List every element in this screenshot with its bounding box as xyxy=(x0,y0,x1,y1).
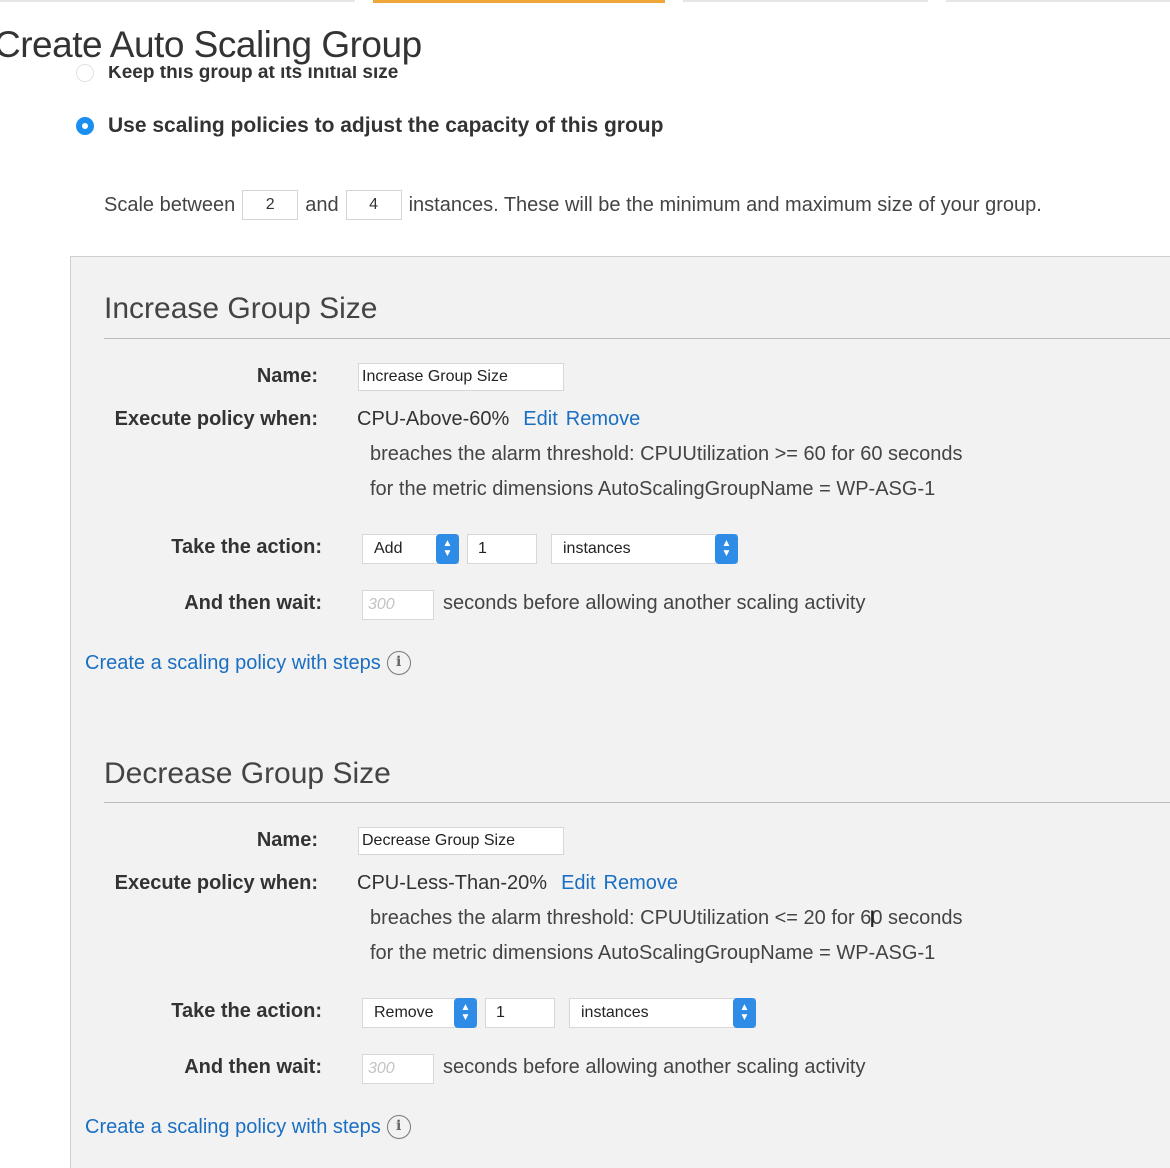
up-down-arrows-icon: ▲ ▼ xyxy=(733,998,756,1028)
increase-name-input[interactable]: Increase Group Size xyxy=(358,363,564,391)
page-title: Create Auto Scaling Group xyxy=(0,24,422,65)
keep-size-option[interactable]: Keep this group at its initial size xyxy=(76,62,398,84)
decrease-remove-link[interactable]: Remove xyxy=(604,872,678,894)
increase-dimensions-text: for the metric dimensions AutoScalingGro… xyxy=(370,478,936,500)
decrease-amount-input[interactable]: 1 xyxy=(485,998,555,1028)
decrease-steps-link[interactable]: Create a scaling policy with steps i xyxy=(85,1115,411,1139)
wizard-step-tab[interactable] xyxy=(946,0,1170,2)
increase-alarm-name: CPU-Above-60% xyxy=(357,408,510,430)
increase-action-select[interactable]: Add ▲ ▼ xyxy=(362,534,459,564)
increase-name-label: Name: xyxy=(256,365,318,387)
scaling-policies-panel xyxy=(70,256,1170,1168)
decrease-dimensions-text: for the metric dimensions AutoScalingGro… xyxy=(370,942,936,964)
wizard-step-tabs xyxy=(0,0,1170,4)
ibeam-cursor-icon: I xyxy=(869,908,876,933)
increase-steps-link[interactable]: Create a scaling policy with steps i xyxy=(85,651,411,675)
wizard-step-tab-active[interactable] xyxy=(373,0,665,3)
decrease-section-divider xyxy=(104,802,1170,803)
increase-wait-input[interactable]: 300 xyxy=(362,590,434,620)
increase-section-title: Increase Group Size xyxy=(104,292,378,325)
create-asg-page: Create Auto Scaling Group Keep this grou… xyxy=(0,0,1170,1168)
max-size-input[interactable]: 4 xyxy=(345,190,402,220)
use-policies-label: Use scaling policies to adjust the capac… xyxy=(108,114,664,137)
increase-alarm-row: CPU-Above-60% Edit Remove xyxy=(357,408,640,431)
min-size-input[interactable]: 2 xyxy=(242,190,299,220)
decrease-wait-label: And then wait: xyxy=(184,1056,322,1078)
decrease-unit-select[interactable]: instances ▲ ▼ xyxy=(569,998,756,1028)
increase-section-divider xyxy=(104,338,1170,339)
decrease-steps-link-text[interactable]: Create a scaling policy with steps xyxy=(85,1116,381,1139)
decrease-name-input[interactable]: Decrease Group Size xyxy=(358,827,564,855)
use-policies-option[interactable]: Use scaling policies to adjust the capac… xyxy=(76,114,663,138)
scale-range-row: Scale between 2 and 4 instances. These w… xyxy=(104,190,1042,220)
decrease-execute-label: Execute policy when: xyxy=(114,872,318,894)
increase-wait-suffix: seconds before allowing another scaling … xyxy=(443,592,866,614)
decrease-alarm-name: CPU-Less-Than-20% xyxy=(357,872,548,894)
up-down-arrows-icon: ▲ ▼ xyxy=(436,534,459,564)
increase-unit-select[interactable]: instances ▲ ▼ xyxy=(551,534,738,564)
decrease-unit-value: instances xyxy=(581,1004,649,1021)
increase-steps-link-text[interactable]: Create a scaling policy with steps xyxy=(85,652,381,675)
wizard-step-tab[interactable] xyxy=(0,0,355,2)
up-down-arrows-icon: ▲ ▼ xyxy=(454,998,477,1028)
increase-remove-link[interactable]: Remove xyxy=(566,408,640,430)
decrease-action-select[interactable]: Remove ▲ ▼ xyxy=(362,998,477,1028)
info-icon[interactable]: i xyxy=(386,1115,411,1139)
increase-execute-label: Execute policy when: xyxy=(114,408,318,430)
decrease-alarm-row: CPU-Less-Than-20% Edit Remove xyxy=(357,872,678,895)
decrease-section-title: Decrease Group Size xyxy=(104,757,391,790)
up-down-arrows-icon: ▲ ▼ xyxy=(715,534,738,564)
decrease-name-label: Name: xyxy=(256,829,318,851)
scale-suffix: instances. These will be the minimum and… xyxy=(408,193,1042,216)
increase-amount-input[interactable]: 1 xyxy=(467,534,537,564)
increase-unit-value: instances xyxy=(563,540,631,557)
keep-size-radio[interactable] xyxy=(76,64,94,82)
increase-wait-label: And then wait: xyxy=(184,592,322,614)
scale-conjunction: and xyxy=(305,193,339,216)
use-policies-radio[interactable] xyxy=(76,117,94,135)
scale-prefix: Scale between xyxy=(104,193,236,216)
wizard-step-tab[interactable] xyxy=(683,0,928,2)
decrease-edit-link[interactable]: Edit xyxy=(561,872,595,894)
keep-size-label: Keep this group at its initial size xyxy=(108,62,399,83)
increase-action-label: Take the action: xyxy=(171,536,322,558)
increase-action-value: Add xyxy=(374,540,403,557)
decrease-action-label: Take the action: xyxy=(171,1000,322,1022)
increase-threshold-text: breaches the alarm threshold: CPUUtiliza… xyxy=(370,443,963,465)
info-icon[interactable]: i xyxy=(386,651,411,675)
decrease-wait-input[interactable]: 300 xyxy=(362,1054,434,1084)
decrease-wait-suffix: seconds before allowing another scaling … xyxy=(443,1056,866,1078)
increase-edit-link[interactable]: Edit xyxy=(523,408,557,430)
decrease-action-value: Remove xyxy=(374,1004,434,1021)
